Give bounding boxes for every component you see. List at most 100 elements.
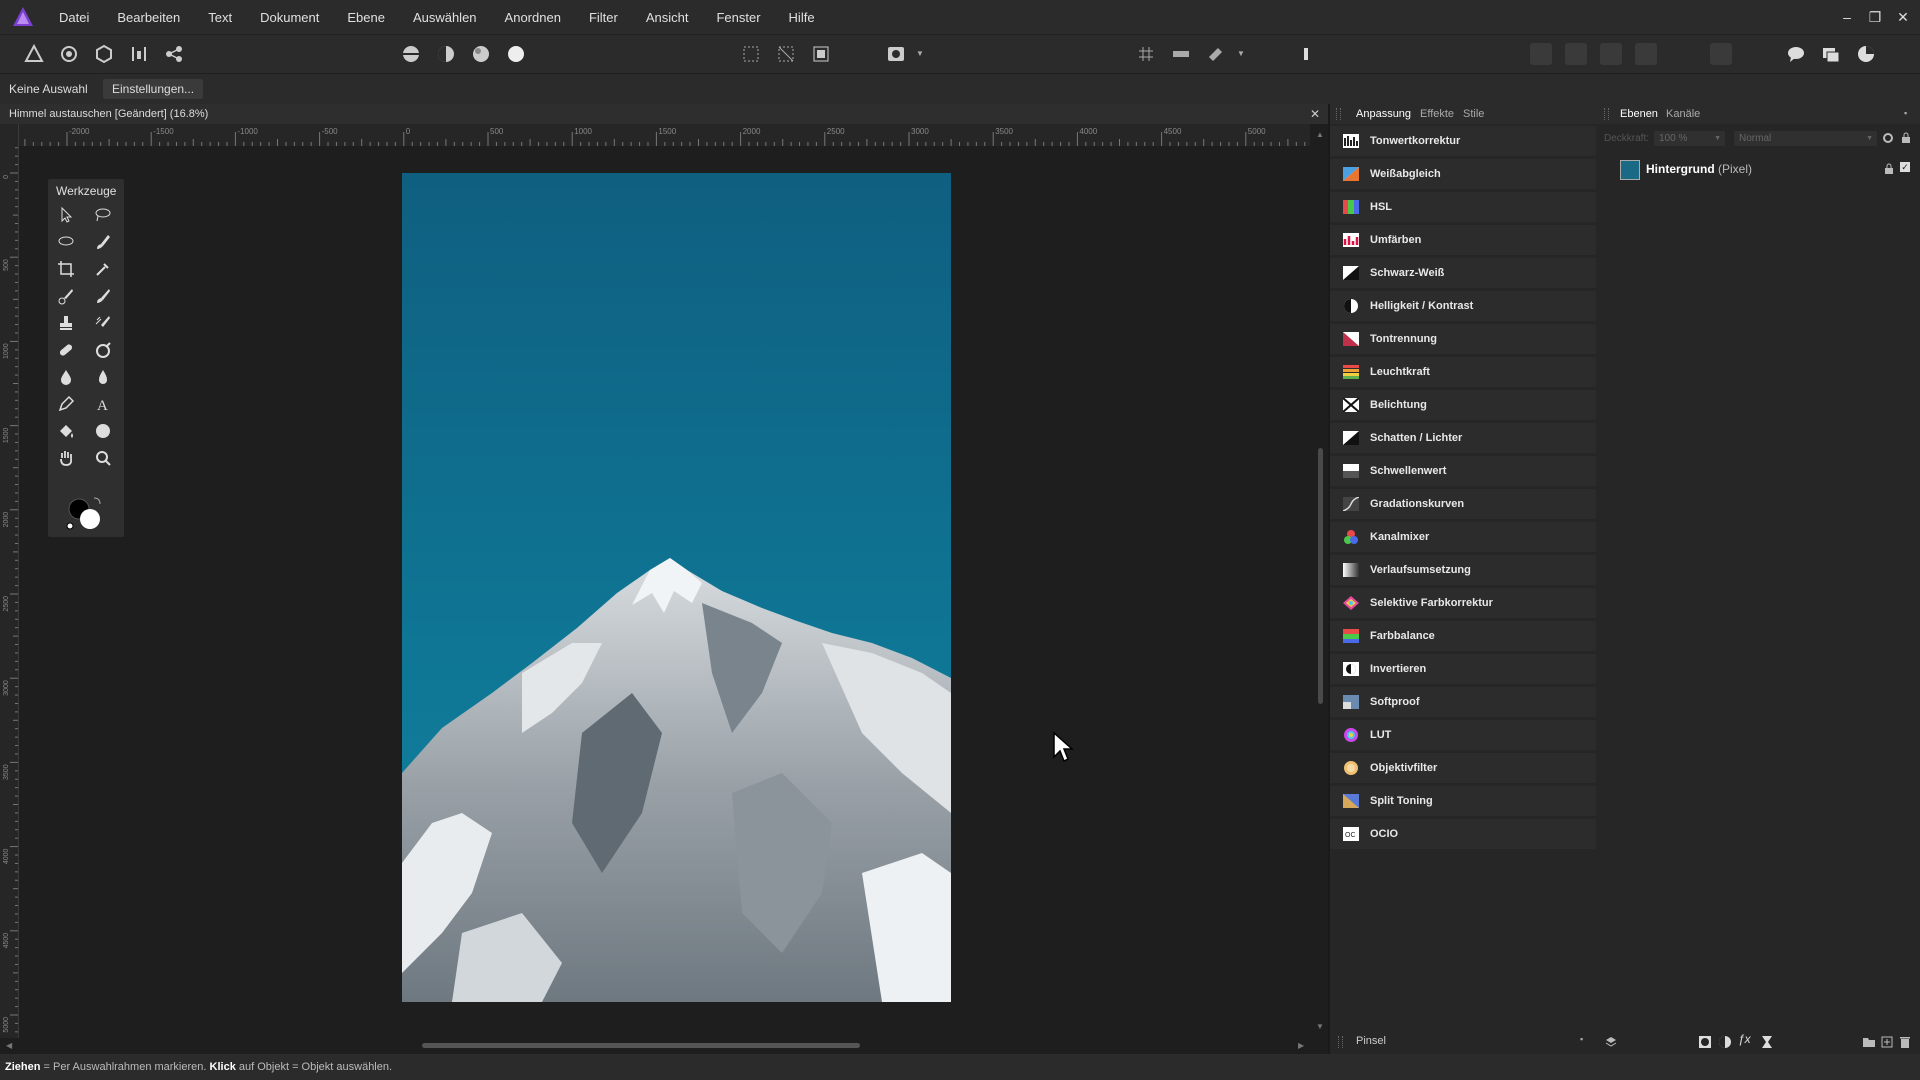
zoom-tool[interactable] [89, 445, 117, 471]
snapping-grid-button[interactable] [1135, 43, 1157, 65]
group-folder-icon[interactable] [1862, 1035, 1876, 1049]
adjustment-item[interactable]: Tontrennung [1330, 324, 1596, 357]
arrange-button-1[interactable] [1530, 43, 1552, 65]
develop-persona-button[interactable] [93, 43, 115, 65]
adjustment-item[interactable]: Split Toning [1330, 786, 1596, 819]
menu-anordnen[interactable]: Anordnen [505, 10, 561, 25]
settings-button[interactable]: Einstellungen... [103, 79, 204, 99]
clone-tool[interactable] [52, 310, 80, 336]
deselect-button[interactable] [775, 43, 797, 65]
adjustment-item[interactable]: Belichtung [1330, 390, 1596, 423]
scroll-right-icon[interactable]: ▶ [1298, 1041, 1304, 1050]
menu-hilfe[interactable]: Hilfe [789, 10, 815, 25]
tone-mapping-persona-button[interactable] [128, 43, 150, 65]
quick-mask-dropdown-icon[interactable]: ▼ [916, 49, 924, 58]
close-document-icon[interactable]: ✕ [1310, 107, 1320, 121]
scroll-down-icon[interactable]: ▼ [1316, 1022, 1324, 1031]
adjustment-item[interactable]: Objektivfilter [1330, 753, 1596, 786]
adjustment-layer-icon[interactable] [1718, 1035, 1732, 1049]
brushes-panel-tab[interactable]: Pinsel [1356, 1035, 1386, 1047]
document-tab[interactable]: Himmel austauschen [Geändert] (16.8%) ✕ [0, 104, 1328, 124]
crop-tool[interactable] [52, 256, 80, 282]
color-swatches[interactable] [64, 495, 108, 531]
auto-levels-button[interactable] [400, 43, 422, 65]
selection-brush-tool[interactable] [89, 229, 117, 255]
alignment-button[interactable] [1170, 43, 1192, 65]
tab-kanaele[interactable]: Kanäle [1666, 108, 1700, 120]
live-filter-icon[interactable] [1760, 1035, 1774, 1049]
adjustment-item[interactable]: Selektive Farbkorrektur [1330, 588, 1596, 621]
move-tool[interactable] [52, 202, 80, 228]
adjustment-item[interactable]: Farbbalance [1330, 621, 1596, 654]
blend-mode-select[interactable]: Normal ▼ [1734, 131, 1877, 146]
pen-tool[interactable] [52, 391, 80, 417]
fx-icon[interactable]: ƒx [1738, 1032, 1751, 1046]
invert-selection-button[interactable] [810, 43, 832, 65]
layer-visibility-checkbox[interactable]: ✓ [1900, 162, 1910, 172]
shape-tool[interactable] [89, 418, 117, 444]
blur-tool[interactable] [89, 364, 117, 390]
adjustment-item[interactable]: Verlaufsumsetzung [1330, 555, 1596, 588]
adjustment-item[interactable]: Schatten / Lichter [1330, 423, 1596, 456]
layer-row[interactable]: Hintergrund (Pixel) ✓ [1614, 156, 1914, 182]
menu-ebene[interactable]: Ebene [347, 10, 385, 25]
brush-tool[interactable] [89, 283, 117, 309]
panel-grip-icon[interactable] [1604, 108, 1609, 120]
panel-menu-icon[interactable]: ▪ [1580, 1034, 1583, 1044]
assistant-button[interactable] [1785, 43, 1807, 65]
layer-lock-icon[interactable] [1884, 162, 1894, 175]
snapping-dropdown-icon[interactable]: ▼ [1237, 49, 1245, 58]
adjustment-item[interactable]: Kanalmixer [1330, 522, 1596, 555]
retouch-tool[interactable] [89, 310, 117, 336]
affinity-photo-logo-icon[interactable] [12, 6, 34, 28]
liquify-persona-button[interactable] [58, 43, 80, 65]
mask-layer-icon[interactable] [1698, 1035, 1712, 1049]
scroll-up-icon[interactable]: ▲ [1316, 130, 1324, 139]
color-panel-button[interactable] [1855, 43, 1877, 65]
lasso-tool[interactable] [89, 202, 117, 228]
menu-auswaehlen[interactable]: Auswählen [413, 10, 477, 25]
horizontal-scroll-thumb[interactable] [422, 1043, 860, 1048]
selection-mode-button[interactable] [740, 43, 762, 65]
restore-button[interactable]: ❐ [1862, 6, 1888, 28]
adjustment-item[interactable]: Schwarz-Weiß [1330, 258, 1596, 291]
arrange-button-3[interactable] [1600, 43, 1622, 65]
close-window-button[interactable]: ✕ [1890, 6, 1916, 28]
context-toolbar-toggle-button[interactable] [1295, 43, 1317, 65]
paint-brush-tool[interactable] [52, 283, 80, 309]
arrange-button-2[interactable] [1565, 43, 1587, 65]
menu-text[interactable]: Text [208, 10, 232, 25]
quick-mask-button[interactable] [885, 43, 907, 65]
smudge-tool[interactable] [52, 364, 80, 390]
panel-menu-icon[interactable]: ▪ [1904, 108, 1907, 118]
text-tool[interactable]: A [89, 391, 117, 417]
adjustment-item[interactable]: Umfärben [1330, 225, 1596, 258]
menu-dokument[interactable]: Dokument [260, 10, 319, 25]
export-persona-button[interactable] [163, 43, 185, 65]
adjustment-item[interactable]: Weißabgleich [1330, 159, 1596, 192]
hand-tool[interactable] [52, 445, 80, 471]
trash-icon[interactable] [1898, 1035, 1912, 1049]
adjustment-item[interactable]: Gradationskurven [1330, 489, 1596, 522]
menu-datei[interactable]: Datei [59, 10, 89, 25]
arrange-button-4[interactable] [1635, 43, 1657, 65]
dodge-tool[interactable] [89, 337, 117, 363]
adjustment-item[interactable]: LUT [1330, 720, 1596, 753]
flood-fill-tool[interactable] [52, 418, 80, 444]
adjustment-item[interactable]: Tonwertkorrektur [1330, 126, 1596, 159]
adjustment-item[interactable]: Leuchtkraft [1330, 357, 1596, 390]
layer-stack-icon[interactable] [1604, 1035, 1618, 1049]
snapping-button[interactable] [1205, 43, 1227, 65]
auto-white-balance-button[interactable] [505, 43, 527, 65]
tab-ebenen[interactable]: Ebenen [1620, 108, 1658, 120]
transform-button[interactable] [1710, 43, 1732, 65]
tab-stile[interactable]: Stile [1463, 108, 1484, 120]
adjustment-item[interactable]: Schwellenwert [1330, 456, 1596, 489]
panel-grip-icon[interactable] [1336, 108, 1341, 120]
lock-icon[interactable] [1900, 131, 1912, 144]
scroll-left-icon[interactable]: ◀ [6, 1041, 12, 1050]
vertical-scroll-thumb[interactable] [1318, 448, 1323, 704]
color-picker-tool[interactable] [89, 256, 117, 282]
mountain-photo[interactable] [402, 173, 951, 1002]
panel-grip-icon[interactable] [1338, 1036, 1343, 1048]
